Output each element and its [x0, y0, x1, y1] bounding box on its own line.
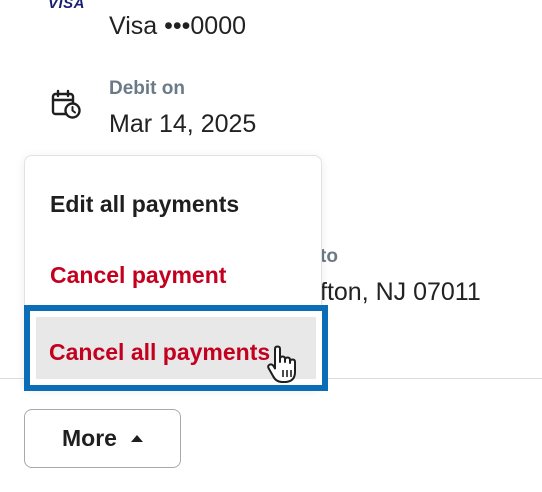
menu-item-label: Cancel all payments [49, 339, 271, 365]
calendar-clock-icon [51, 89, 81, 119]
debit-label: Debit on [109, 78, 185, 99]
menu-item-edit-all-payments[interactable]: Edit all payments [50, 191, 239, 218]
visa-logo: VISA [48, 0, 86, 12]
more-button-label: More [62, 425, 117, 451]
debit-date: Mar 14, 2025 [109, 110, 257, 138]
menu-item-cancel-payment[interactable]: Cancel payment [50, 262, 226, 289]
payment-method-text: Visa •••0000 [109, 12, 246, 40]
more-button[interactable]: More [24, 409, 181, 468]
address-value: fton, NJ 07011 [320, 278, 481, 306]
hand-cursor-icon [267, 345, 296, 383]
address-label: to [320, 246, 338, 267]
caret-up-icon [130, 435, 143, 442]
